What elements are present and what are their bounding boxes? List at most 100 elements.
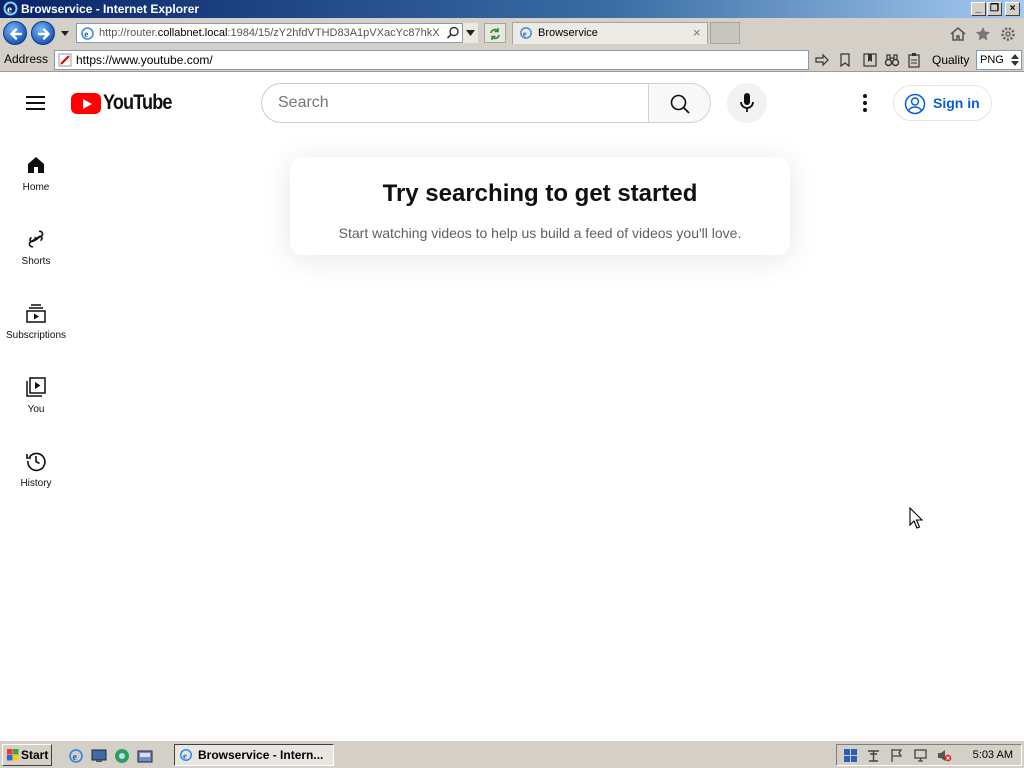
taskbar-item-browservice[interactable]: e Browservice - Intern... bbox=[174, 744, 334, 766]
new-tab-button[interactable] bbox=[710, 22, 740, 44]
youtube-wordmark: YouTube bbox=[103, 91, 172, 114]
search-button[interactable] bbox=[648, 83, 711, 123]
prompt-title: Try searching to get started bbox=[382, 180, 698, 207]
settings-more-button[interactable] bbox=[852, 89, 878, 117]
tab-browservice[interactable]: e Browservice × bbox=[512, 22, 708, 44]
format-value: PNG bbox=[980, 54, 1004, 66]
home-icon[interactable] bbox=[949, 25, 967, 43]
windows-flag-icon bbox=[7, 749, 19, 761]
minimize-button[interactable]: _ bbox=[971, 2, 986, 16]
window-title: Browservice - Internet Explorer bbox=[21, 2, 200, 16]
close-window-button[interactable]: × bbox=[1005, 2, 1020, 16]
back-arrow-icon bbox=[9, 28, 23, 40]
chevron-down-icon bbox=[466, 30, 475, 36]
youtube-play-icon bbox=[71, 93, 101, 114]
svg-text:e: e bbox=[183, 751, 187, 761]
system-tray: 5:03 AM bbox=[836, 744, 1022, 766]
taskbar-ie-icon: e bbox=[179, 748, 193, 762]
guide-item-subscriptions[interactable]: Subscriptions bbox=[0, 294, 72, 368]
address-input[interactable]: https://www.youtube.com/ bbox=[54, 50, 809, 70]
go-arrow-icon[interactable] bbox=[814, 52, 830, 68]
guide-label: Home bbox=[22, 182, 50, 193]
window-title-bar: e Browservice - Internet Explorer _ ❐ × bbox=[0, 0, 1024, 18]
guide-item-shorts[interactable]: Shorts bbox=[0, 220, 72, 294]
clipboard-icon[interactable] bbox=[906, 52, 922, 68]
recent-pages-dropdown-icon[interactable] bbox=[60, 30, 70, 38]
url-dropdown-button[interactable] bbox=[462, 23, 478, 43]
bookmark-icon[interactable] bbox=[837, 52, 853, 68]
tools-gear-icon[interactable] bbox=[999, 25, 1017, 43]
favorites-star-icon[interactable] bbox=[974, 25, 992, 43]
page-ie-icon: e bbox=[81, 27, 94, 40]
guide-item-history[interactable]: History bbox=[0, 442, 72, 516]
shorts-icon bbox=[28, 230, 44, 248]
start-button[interactable]: Start bbox=[2, 744, 52, 766]
guide-label: History bbox=[20, 478, 52, 489]
quicklaunch-media-icon[interactable] bbox=[114, 748, 130, 764]
address-toolbar: Address https://www.youtube.com/ Quality… bbox=[0, 48, 1024, 72]
refresh-icon bbox=[490, 28, 500, 40]
history-icon bbox=[26, 452, 46, 472]
search-input[interactable]: Search bbox=[261, 83, 648, 123]
guide-label: You bbox=[27, 404, 45, 415]
home-icon bbox=[28, 157, 44, 173]
windows-taskbar: Start e e Browservice - Intern... 5:03 A… bbox=[0, 740, 1024, 768]
hamburger-icon bbox=[26, 96, 45, 98]
svg-text:e: e bbox=[7, 4, 12, 16]
tray-network-icon[interactable] bbox=[866, 748, 881, 763]
tray-monitor-icon[interactable] bbox=[913, 748, 928, 763]
guide-item-home[interactable]: Home bbox=[0, 146, 72, 220]
subscriptions-icon bbox=[26, 304, 46, 323]
tray-flag-icon[interactable] bbox=[889, 748, 904, 763]
back-button[interactable] bbox=[3, 21, 27, 45]
guide-menu-button[interactable] bbox=[22, 90, 50, 116]
tray-volume-muted-icon[interactable] bbox=[937, 748, 952, 763]
spinner-arrows-icon[interactable] bbox=[1011, 53, 1019, 67]
tab-ie-icon: e bbox=[520, 27, 532, 39]
no-security-icon bbox=[58, 53, 72, 67]
restore-button[interactable]: ❐ bbox=[987, 2, 1002, 16]
tab-title: Browservice bbox=[538, 27, 598, 39]
microphone-icon bbox=[740, 93, 754, 112]
address-label: Address bbox=[4, 52, 49, 66]
forward-button[interactable] bbox=[31, 21, 55, 45]
quicklaunch-desktop-icon[interactable] bbox=[91, 748, 107, 764]
sign-in-label: Sign in bbox=[933, 95, 980, 111]
bookmarks-list-icon[interactable] bbox=[862, 52, 878, 68]
you-library-icon bbox=[26, 377, 46, 397]
empty-feed-prompt: Try searching to get started Start watch… bbox=[290, 157, 790, 255]
find-binoculars-icon[interactable] bbox=[884, 52, 900, 68]
ie-logo-icon: e bbox=[3, 1, 18, 16]
prompt-subtitle: Start watching videos to help us build a… bbox=[338, 225, 742, 241]
mouse-pointer-icon bbox=[909, 507, 923, 529]
more-vertical-icon bbox=[863, 94, 867, 98]
quicklaunch-ie-icon[interactable]: e bbox=[68, 748, 84, 764]
account-circle-icon bbox=[904, 93, 926, 115]
youtube-page: YouTube Search Sign in Home Shorts Subsc… bbox=[0, 73, 1024, 740]
svg-text:e: e bbox=[84, 29, 88, 39]
voice-search-button[interactable] bbox=[727, 83, 767, 123]
tray-grid-icon[interactable] bbox=[843, 748, 858, 763]
url-field[interactable]: e http://router.collabnet.local:1984/15/… bbox=[76, 23, 478, 43]
search-icon bbox=[670, 94, 690, 114]
taskbar-item-label: Browservice - Intern... bbox=[198, 748, 324, 762]
search-icon[interactable] bbox=[446, 26, 460, 40]
guide-item-you[interactable]: You bbox=[0, 368, 72, 442]
sign-in-button[interactable]: Sign in bbox=[893, 85, 992, 121]
browser-navigation-bar: e http://router.collabnet.local:1984/15/… bbox=[0, 18, 1024, 48]
search-bar: Search bbox=[261, 83, 711, 123]
quality-label: Quality bbox=[932, 53, 970, 67]
forward-arrow-icon bbox=[37, 28, 51, 40]
image-format-select[interactable]: PNG bbox=[976, 50, 1022, 70]
guide-label: Subscriptions bbox=[5, 330, 67, 341]
url-text: http://router.collabnet.local:1984/15/zY… bbox=[99, 27, 440, 39]
quicklaunch-explorer-icon[interactable] bbox=[137, 748, 153, 764]
start-label: Start bbox=[21, 748, 49, 762]
svg-text:e: e bbox=[73, 752, 78, 763]
address-value: https://www.youtube.com/ bbox=[76, 53, 213, 67]
taskbar-clock: 5:03 AM bbox=[972, 749, 1013, 761]
guide-label: Shorts bbox=[21, 256, 51, 267]
svg-text:e: e bbox=[523, 29, 527, 38]
refresh-button[interactable] bbox=[484, 23, 506, 43]
tab-close-icon[interactable]: × bbox=[693, 23, 701, 43]
